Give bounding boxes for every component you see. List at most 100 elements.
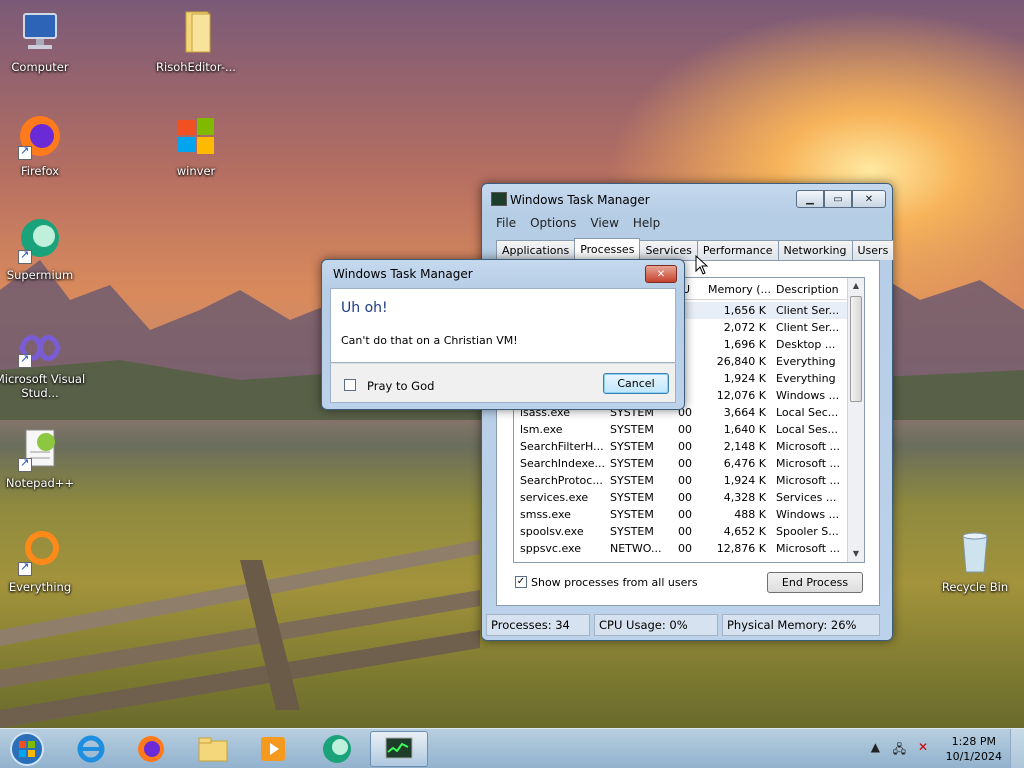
everything-icon	[16, 528, 64, 576]
desktop-icon-label: Microsoft Visual Stud...	[0, 372, 86, 400]
desktop-icon-notepadpp[interactable]: Notepad++	[0, 424, 80, 490]
dialog-title: Windows Task Manager	[333, 267, 473, 281]
taskbar-task-manager[interactable]	[370, 731, 428, 767]
desktop-icon-label: Recycle Bin	[941, 580, 1009, 594]
table-row[interactable]: lsm.exe SYSTEM 00 1,640 K Local Ses...	[514, 421, 848, 438]
process-description: Spooler S...	[776, 525, 839, 538]
table-row[interactable]: SearchProtoc... SYSTEM 00 1,924 K Microsoft …	[514, 472, 848, 489]
desktop-icon-supermium[interactable]: Supermium	[0, 216, 80, 282]
table-row[interactable]: spoolsv.exe SYSTEM 00 4,652 K Spooler S...	[514, 523, 848, 540]
error-dialog[interactable]: Windows Task Manager ✕ Uh oh! Can't do t…	[321, 259, 685, 410]
process-description: Desktop ...	[776, 338, 836, 351]
process-memory: 2,072 K	[723, 321, 766, 334]
notepadpp-icon	[16, 424, 64, 472]
process-cpu: 00	[678, 508, 692, 521]
scroll-thumb[interactable]	[850, 296, 862, 402]
taskbar-internet-explorer[interactable]	[62, 731, 120, 767]
task-manager-window[interactable]: Windows Task Manager ▁ ▭ ✕ File Options …	[481, 183, 895, 641]
taskbar-explorer[interactable]	[184, 731, 242, 767]
process-name: SearchFilterH...	[520, 440, 604, 453]
process-name: SearchProtoc...	[520, 474, 603, 487]
supermium-icon	[323, 735, 351, 763]
dialog-message: Can't do that on a Christian VM!	[341, 334, 518, 347]
process-name: services.exe	[520, 491, 589, 504]
status-physical-memory: Physical Memory: 26%	[722, 614, 880, 636]
process-memory: 4,328 K	[723, 491, 766, 504]
media-player-icon	[261, 737, 285, 761]
desktop-icon-visual-studio[interactable]: Microsoft Visual Stud...	[0, 328, 85, 400]
menu-file[interactable]: File	[496, 216, 516, 230]
tab-users[interactable]: Users	[851, 240, 895, 260]
tab-processes[interactable]: Processes	[574, 238, 641, 260]
table-row[interactable]: SearchFilterH... SYSTEM 00 2,148 K Microsoft…	[514, 438, 848, 455]
column-header-memory[interactable]: Memory (...	[708, 283, 770, 296]
process-cpu: 00	[678, 457, 692, 470]
menu-view[interactable]: View	[590, 216, 618, 230]
menu-help[interactable]: Help	[633, 216, 660, 230]
menu-bar: File Options View Help	[496, 216, 674, 230]
start-button[interactable]	[2, 731, 52, 767]
show-all-users-checkbox[interactable]: ✓	[515, 576, 527, 588]
show-hidden-icons-chevron-icon[interactable]: ▲	[871, 740, 880, 754]
windows-logo-icon	[172, 112, 220, 160]
table-row[interactable]: sppsvc.exe NETWO... 00 12,876 K Microsoft ..…	[514, 540, 848, 557]
maximize-button[interactable]: ▭	[824, 190, 852, 208]
show-desktop-button[interactable]	[1010, 729, 1024, 768]
pray-to-god-checkbox[interactable]	[344, 379, 356, 391]
process-description: Client Ser...	[776, 321, 840, 334]
window-title: Windows Task Manager	[510, 193, 650, 207]
minimize-button[interactable]: ▁	[796, 190, 824, 208]
cancel-button[interactable]: Cancel	[603, 373, 669, 394]
table-row[interactable]: smss.exe SYSTEM 00 488 K Windows ...	[514, 506, 848, 523]
taskbar-supermium[interactable]	[308, 731, 366, 767]
volume-muted-icon[interactable]: ✕	[918, 740, 928, 754]
tab-networking[interactable]: Networking	[777, 240, 853, 260]
process-description: Microsoft ...	[776, 542, 841, 555]
status-processes: Processes: 34	[486, 614, 590, 636]
desktop-icon-firefox[interactable]: Firefox	[0, 112, 80, 178]
column-header-cpu[interactable]: U	[682, 283, 708, 296]
scroll-up-icon[interactable]: ▲	[848, 278, 864, 294]
desktop-icon-computer[interactable]: Computer	[0, 8, 80, 74]
network-icon[interactable]: 🖧	[893, 740, 906, 761]
desktop-icon-winver[interactable]: winver	[156, 112, 236, 178]
close-button[interactable]: ✕	[852, 190, 886, 208]
process-description: Everything	[776, 372, 836, 385]
desktop-icon-label: RisohEditor-...	[156, 60, 236, 74]
taskbar: ▲ 🖧 ✕ 1:28 PM 10/1/2024	[0, 728, 1024, 768]
process-user: SYSTEM	[610, 423, 654, 436]
process-name: spoolsv.exe	[520, 525, 584, 538]
menu-options[interactable]: Options	[530, 216, 576, 230]
firefox-icon	[138, 736, 164, 762]
caption-buttons: ▁ ▭ ✕	[796, 190, 886, 208]
end-process-button[interactable]: End Process	[767, 572, 863, 593]
desktop-icon-recycle-bin[interactable]: Recycle Bin	[935, 528, 1015, 594]
process-name: lsm.exe	[520, 423, 563, 436]
dialog-close-button[interactable]: ✕	[645, 265, 677, 283]
taskbar-firefox[interactable]	[122, 731, 180, 767]
system-clock[interactable]: 1:28 PM 10/1/2024	[946, 734, 1002, 764]
tab-applications[interactable]: Applications	[496, 240, 576, 260]
desktop-icon-everything[interactable]: Everything	[0, 528, 80, 594]
process-list-scrollbar[interactable]: ▲ ▼	[847, 278, 864, 562]
taskbar-media-player[interactable]	[244, 731, 302, 767]
tab-performance[interactable]: Performance	[696, 240, 779, 260]
column-header-description[interactable]: Description	[776, 283, 844, 296]
task-manager-icon	[491, 192, 507, 206]
process-memory: 1,640 K	[723, 423, 766, 436]
process-cpu: 00	[678, 542, 692, 555]
tab-services[interactable]: Services	[639, 240, 698, 260]
process-memory: 26,840 K	[716, 355, 766, 368]
mouse-cursor-icon	[695, 255, 709, 275]
shortcut-arrow-icon	[18, 560, 32, 576]
table-row[interactable]: SearchIndexe... SYSTEM 00 6,476 K Microsoft …	[514, 455, 848, 472]
scroll-down-icon[interactable]: ▼	[848, 546, 864, 562]
shortcut-arrow-icon	[18, 144, 32, 160]
process-memory: 488 K	[734, 508, 766, 521]
checkmark-icon: ✓	[516, 576, 526, 587]
dialog-footer: Pray to God Cancel	[330, 363, 676, 403]
clock-time: 1:28 PM	[951, 735, 996, 748]
table-row[interactable]: services.exe SYSTEM 00 4,328 K Services ...	[514, 489, 848, 506]
desktop-icon-risoheditor[interactable]: RisohEditor-...	[156, 8, 236, 74]
process-description: Services ...	[776, 491, 837, 504]
